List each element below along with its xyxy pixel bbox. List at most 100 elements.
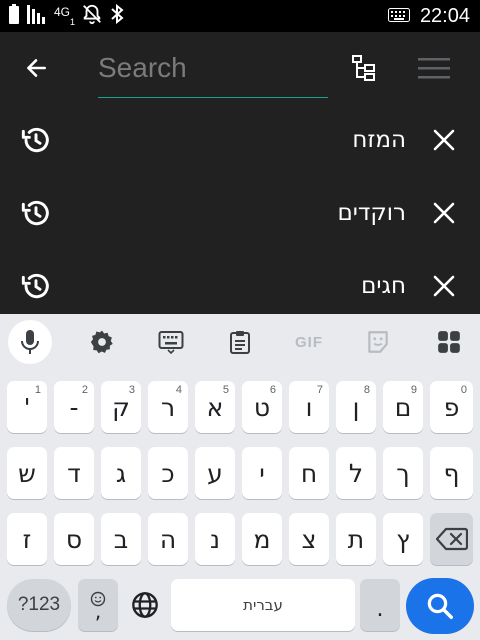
key[interactable]: ס [54, 513, 94, 565]
more-apps-button[interactable] [427, 322, 471, 362]
backspace-key[interactable] [430, 513, 473, 565]
search-input[interactable] [98, 46, 328, 90]
notifications-off-icon [81, 3, 103, 29]
key[interactable]: ד [54, 447, 94, 499]
key[interactable]: ם9 [383, 381, 423, 433]
key[interactable]: כ [148, 447, 188, 499]
keyboard-settings-button[interactable] [80, 322, 124, 362]
key-label: ץ [396, 524, 410, 554]
key[interactable]: א5 [195, 381, 235, 433]
history-item-label: חגים [361, 273, 406, 299]
key[interactable]: ה [148, 513, 188, 565]
key-label: ע [207, 458, 223, 488]
app-content: המזח רוקדים חגים [0, 32, 480, 314]
sticker-button[interactable] [356, 322, 400, 362]
history-item-label: רוקדים [337, 200, 406, 226]
settings-icon [90, 330, 113, 354]
key[interactable]: ע [195, 447, 235, 499]
clipboard-button[interactable] [218, 322, 262, 362]
arrow-back-icon [27, 59, 46, 77]
symbols-key[interactable]: ?123 [7, 579, 71, 631]
emoji-comma-key[interactable]: , [78, 579, 118, 631]
back-button[interactable] [18, 50, 54, 86]
key[interactable]: -2 [54, 381, 94, 433]
key-label: כ [161, 458, 175, 488]
search-field[interactable] [98, 46, 328, 98]
key-label: ח [300, 458, 318, 488]
menu-icon [418, 58, 450, 79]
key-label: ר [160, 392, 176, 422]
key-label: - [69, 392, 79, 422]
gif-button[interactable]: GIF [287, 322, 331, 362]
hierarchy-icon [352, 55, 375, 81]
key-label: ק [112, 392, 130, 422]
comma-label: , [94, 599, 102, 623]
key[interactable]: ' 1 [7, 381, 47, 433]
key[interactable]: ק3 [101, 381, 141, 433]
key-hint: 7 [316, 384, 323, 396]
key-label: ד [67, 458, 81, 488]
key-label: ם [394, 392, 412, 422]
key-label: ' [23, 392, 31, 422]
key[interactable]: צ [289, 513, 329, 565]
battery-icon [8, 3, 20, 29]
key[interactable]: ל [336, 447, 376, 499]
key[interactable]: ן8 [336, 381, 376, 433]
key[interactable]: ת [336, 513, 376, 565]
voice-input-button[interactable] [8, 320, 52, 364]
key-label: ב [113, 524, 129, 554]
keyboard-status-icon [387, 7, 410, 26]
key[interactable]: ר4 [148, 381, 188, 433]
key[interactable]: ו7 [289, 381, 329, 433]
key-label: ו [305, 392, 313, 422]
key[interactable]: ך [383, 447, 423, 499]
history-item[interactable]: חגים [0, 250, 480, 322]
keyboard-icon [158, 331, 184, 354]
key-label: מ [253, 524, 271, 554]
key-label: י [259, 458, 265, 488]
key-label: ת [347, 524, 365, 554]
key[interactable]: מ [242, 513, 282, 565]
key[interactable]: נ [195, 513, 235, 565]
key-label: נ [209, 524, 220, 554]
key[interactable]: פ0 [430, 381, 473, 433]
remove-history-button[interactable] [426, 122, 462, 158]
mic-icon [21, 330, 39, 354]
tree-view-button[interactable] [346, 50, 382, 86]
sticker-icon [368, 331, 388, 353]
space-key[interactable]: עברית [171, 579, 355, 631]
search-submit-key[interactable] [406, 578, 474, 634]
remove-history-button[interactable] [426, 268, 462, 304]
menu-button[interactable] [414, 50, 454, 86]
key-hint: 0 [460, 384, 467, 396]
history-item[interactable]: רוקדים [0, 177, 480, 249]
key-label: ל [348, 458, 364, 488]
key[interactable]: ץ [383, 513, 423, 565]
sim-slot-label: 1 [70, 17, 76, 27]
key-hint: 2 [81, 384, 88, 396]
language-key[interactable] [124, 579, 166, 631]
remove-history-button[interactable] [426, 195, 462, 231]
key[interactable]: ח [289, 447, 329, 499]
key[interactable]: ף [430, 447, 473, 499]
keyboard-layout-button[interactable] [149, 322, 193, 362]
key[interactable]: ב [101, 513, 141, 565]
key[interactable]: י [242, 447, 282, 499]
key-hint: 6 [269, 384, 276, 396]
history-item[interactable]: המזח [0, 104, 480, 176]
history-icon [21, 127, 49, 153]
key[interactable]: ג [101, 447, 141, 499]
key-label: צ [301, 524, 317, 554]
period-key[interactable]: . [360, 579, 400, 631]
key-label: ס [65, 524, 83, 554]
network-type-label: 4G [54, 5, 71, 19]
clipboard-icon [230, 331, 250, 354]
key[interactable]: ז [7, 513, 47, 565]
globe-icon [132, 592, 158, 618]
search-toolbar [0, 32, 480, 104]
key[interactable]: ש [7, 447, 47, 499]
on-screen-keyboard: GIF ' 1 -2 ק3 ר4 א5 ט6 ו7 ן8 ם9 פ0 ש ד ג … [0, 314, 480, 640]
search-icon [427, 593, 453, 619]
key[interactable]: ט6 [242, 381, 282, 433]
backspace-icon [435, 527, 468, 551]
